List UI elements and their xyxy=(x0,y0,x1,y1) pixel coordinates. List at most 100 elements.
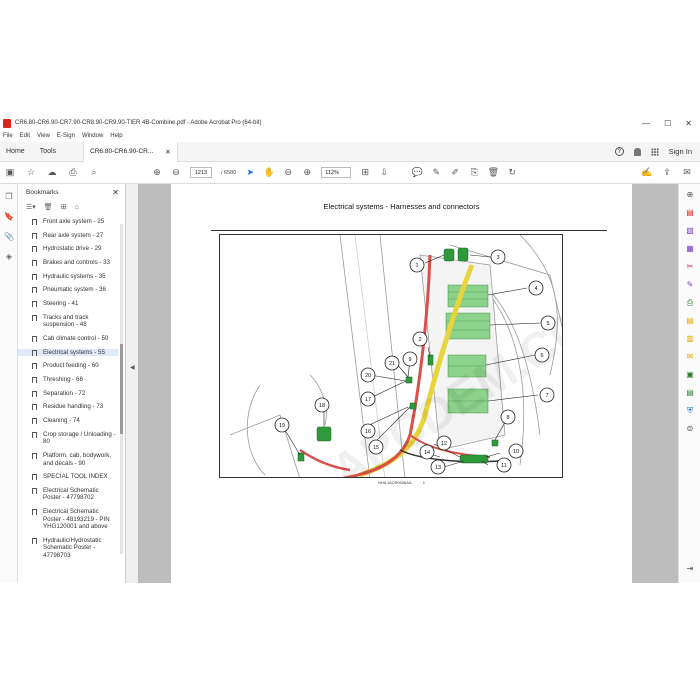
combine-harness-drawing: APCDEM.COM 12345678910111213141516171819… xyxy=(229,235,562,477)
bookmark-item[interactable]: Hydrostatic drive - 29 xyxy=(18,245,118,253)
expand-rail-icon[interactable]: ⇥ xyxy=(685,564,695,574)
shield-icon[interactable]: ⛨ xyxy=(685,406,695,416)
bookmark-item[interactable]: Cleaning - 74 xyxy=(18,417,118,425)
callout-number: 6 xyxy=(540,353,543,359)
organize-pages-icon[interactable]: ✂ xyxy=(685,262,695,272)
select-cursor-icon[interactable]: ➤ xyxy=(245,167,255,178)
bookmark-item[interactable]: Front axle system - 25 xyxy=(18,218,118,226)
delete-icon[interactable]: 🗑 xyxy=(488,167,499,178)
bookmark-icon xyxy=(32,349,37,356)
bookmark-item[interactable]: Cab climate control - 50 xyxy=(18,335,118,343)
page-fit-icon[interactable]: ⊞ xyxy=(360,167,370,178)
notifications-icon[interactable] xyxy=(633,147,641,156)
maximize-button[interactable]: ☐ xyxy=(664,119,671,128)
bookmark-item[interactable]: Pneumatic system - 36 xyxy=(18,286,118,294)
bookmarks-icon[interactable]: 🔖 xyxy=(4,212,14,222)
tab-tools[interactable]: Tools xyxy=(34,148,65,155)
bookmark-item[interactable]: Rear axle system - 27 xyxy=(18,232,118,240)
scrollbar-thumb[interactable] xyxy=(120,344,123,434)
fill-and-sign-icon[interactable]: ✎ xyxy=(685,280,695,290)
draw-icon[interactable]: ✐ xyxy=(450,167,460,178)
bookmark-item[interactable]: Brakes and controls - 33 xyxy=(18,259,118,267)
bookmark-item[interactable]: Threshing - 66 xyxy=(18,376,118,384)
previous-page-icon[interactable]: ⊕ xyxy=(152,167,162,178)
close-tab-icon[interactable]: ✕ xyxy=(165,148,170,156)
bookmark-item[interactable]: SPECIAL TOOL INDEX xyxy=(18,473,118,481)
tab-home[interactable]: Home xyxy=(0,148,34,155)
fill-sign-icon[interactable]: ✍ xyxy=(641,167,652,178)
layers-icon[interactable]: ◈ xyxy=(4,252,14,262)
compress-icon[interactable]: ▣ xyxy=(685,370,695,380)
menu-edit[interactable]: Edit xyxy=(20,133,30,139)
bookmark-item[interactable]: Steering - 41 xyxy=(18,300,118,308)
title-bar: CR6.80-CR6.90-CR7.90-CR8.90-CR9.90-TIER … xyxy=(0,116,700,130)
highlight-pen-icon[interactable]: ✎ xyxy=(431,167,441,178)
tab-document[interactable]: CR6.80-CR6.90-CR... ✕ xyxy=(83,141,178,162)
attachments-icon[interactable]: 📎 xyxy=(4,232,14,242)
print-icon[interactable]: ⎙ xyxy=(68,167,78,178)
help-icon[interactable]: ? xyxy=(614,147,624,156)
page-thumbnails-icon[interactable]: ❐ xyxy=(4,192,14,202)
zoom-level-select[interactable]: 112% xyxy=(321,167,352,178)
protect-icon[interactable]: ▤ xyxy=(685,388,695,398)
bookmark-icon xyxy=(32,336,37,342)
panel-splitter[interactable]: ◀ xyxy=(126,184,138,583)
bookmark-options-icon[interactable]: ☰▾ xyxy=(26,203,36,211)
stamp-tool-icon[interactable]: ✉ xyxy=(685,352,695,362)
apps-grid-icon[interactable] xyxy=(650,147,659,156)
comment-icon[interactable]: 💬 xyxy=(412,167,423,178)
minimize-button[interactable]: — xyxy=(642,119,650,128)
more-tools-icon[interactable]: ⊜ xyxy=(685,424,695,434)
edit-pdf-icon[interactable]: ▧ xyxy=(685,226,695,236)
menu-window[interactable]: Window xyxy=(82,133,103,139)
bookmark-item[interactable]: Separation - 72 xyxy=(18,390,118,398)
rotate-icon[interactable]: ↻ xyxy=(507,167,517,178)
zoom-tool-icon[interactable]: ⊕ xyxy=(685,190,695,200)
tag-bookmark-icon[interactable]: ⌂ xyxy=(75,204,79,211)
zoom-out-icon[interactable]: ⊖ xyxy=(283,167,293,178)
bookmark-star-icon[interactable]: ☆ xyxy=(26,167,36,178)
stamp-icon[interactable]: ⎘ xyxy=(469,167,479,178)
email-icon[interactable]: ✉ xyxy=(682,167,692,178)
upload-cloud-icon[interactable]: ☁ xyxy=(47,167,57,178)
page-heading: Electrical systems - Harnesses and conne… xyxy=(323,202,480,211)
zoom-in-icon[interactable]: ⊕ xyxy=(302,167,312,178)
bookmark-item[interactable]: Electrical Schematic Poster - 48193219 -… xyxy=(18,508,118,531)
close-window-button[interactable]: ✕ xyxy=(685,119,692,128)
sign-in-button[interactable]: Sign In xyxy=(669,147,692,156)
collapse-panel-icon[interactable]: ◀ xyxy=(130,364,135,371)
hand-tool-icon[interactable]: ✋ xyxy=(264,167,275,178)
share-icon[interactable]: ⇪ xyxy=(662,167,672,178)
create-pdf-icon[interactable]: ▤ xyxy=(685,208,695,218)
bookmark-item[interactable]: Hydraulic systems - 35 xyxy=(18,273,118,281)
comment-tool-icon[interactable]: ▤ xyxy=(685,316,695,326)
bookmark-item[interactable]: Electrical systems - 55 xyxy=(18,348,118,357)
page-number-input[interactable]: 1213 xyxy=(190,167,212,178)
bookmark-item[interactable]: Platform, cab, bodywork, and decals - 90 xyxy=(18,452,118,467)
bookmark-item[interactable]: Tracks and track suspension - 48 xyxy=(18,314,118,329)
menu-file[interactable]: File xyxy=(3,133,13,139)
close-panel-icon[interactable]: ✕ xyxy=(112,188,119,197)
delete-bookmark-icon[interactable]: 🗑 xyxy=(44,203,53,211)
save-icon[interactable]: ▣ xyxy=(5,167,15,178)
new-bookmark-icon[interactable]: ⊞ xyxy=(61,203,67,211)
bookmark-label: Electrical Schematic Poster - 47798702 xyxy=(43,486,99,502)
bookmark-icon xyxy=(32,390,37,397)
scan-ocr-icon[interactable]: ⎙ xyxy=(685,298,695,308)
zoom-search-icon[interactable]: ⌕ xyxy=(89,167,99,178)
bookmark-item[interactable]: Residue handling - 73 xyxy=(18,403,118,411)
menu-esign[interactable]: E-Sign xyxy=(57,133,75,139)
bookmark-item[interactable]: Electrical Schematic Poster - 47798702 xyxy=(18,487,118,502)
callout-number: 7 xyxy=(545,393,548,399)
scroll-mode-icon[interactable]: ⇩ xyxy=(379,167,389,178)
menu-help[interactable]: Help xyxy=(110,133,122,139)
document-viewer[interactable]: Electrical systems - Harnesses and conne… xyxy=(138,184,678,583)
export-pdf-icon[interactable]: ▦ xyxy=(685,244,695,254)
bookmark-item[interactable]: Product feeding - 60 xyxy=(18,362,118,370)
bookmark-item[interactable]: Crop storage / Unloading - 80 xyxy=(18,431,118,446)
menu-view[interactable]: View xyxy=(37,133,50,139)
compare-icon[interactable]: ▥ xyxy=(685,334,695,344)
bookmark-item[interactable]: Hydraulic/Hydrostatic Schematic Poster -… xyxy=(18,537,118,560)
bookmarks-scrollbar[interactable] xyxy=(120,224,123,554)
next-page-icon[interactable]: ⊖ xyxy=(171,167,181,178)
